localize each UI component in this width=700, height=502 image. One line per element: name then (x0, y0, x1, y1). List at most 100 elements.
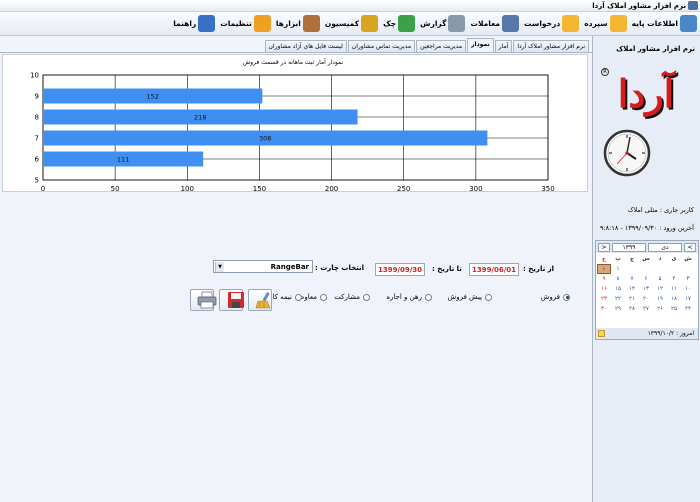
tab-5[interactable]: لیست فایل های آزاد مشاوران (264, 40, 347, 52)
chart-title: نمودار آمار ثبت ماهانه در قسمت فروش (242, 59, 344, 66)
radio-circle[interactable] (425, 293, 432, 301)
bar-data-label: 152 (146, 93, 158, 101)
tab-2[interactable]: نمودار (467, 38, 494, 52)
toolbar-item-3[interactable]: معاملات (470, 15, 520, 32)
toolbar-item-label: درخواست (524, 19, 561, 28)
toolbar-item-0[interactable]: اطلاعات پایه (632, 15, 697, 32)
calendar-weekday: چ (630, 256, 634, 262)
radio-circle[interactable] (485, 293, 492, 301)
to-date-field[interactable]: 1399/09/30 (375, 263, 425, 276)
clear-button[interactable] (248, 289, 272, 311)
calendar-weekday: ی (671, 256, 677, 262)
calendar-day[interactable]: ۲۰ (639, 294, 653, 304)
radio-option-3[interactable]: مشارکت (334, 293, 370, 301)
calendar-day[interactable]: ۸ (611, 274, 625, 284)
y-tick-label: 7 (35, 135, 39, 143)
tools-icon (302, 15, 320, 32)
calendar-day[interactable]: ۳۰ (597, 304, 611, 314)
toolbar-item-8[interactable]: تنظیمات (220, 15, 271, 32)
base-info-icon (680, 15, 697, 32)
tab-1[interactable]: آمار (494, 40, 513, 52)
calendar-month-field[interactable]: دی (648, 242, 682, 252)
toolbar-item-4[interactable]: گزارش (420, 15, 466, 32)
persian-calendar: > ۱۳۹۹ دی < ش ی د س چ پ ج ۱ ۲ ۳ ۴ ۵ ۶ ۷ ۸ ۹ ۱۰ ۱۱ ۱۲ ۱۳ ۱۴ ۱۵… (595, 240, 699, 340)
calendar-today[interactable]: امروز : ۱۳۹۹/۱۰/۲ (596, 328, 698, 339)
calendar-day[interactable]: ۱۰ (681, 284, 695, 294)
toolbar-item-9[interactable]: راهنما (173, 15, 216, 32)
toolbar-item-1[interactable]: سپرده (584, 15, 627, 32)
calendar-weekday: ش (684, 256, 692, 262)
calendar-day[interactable]: ۱۶ (597, 284, 611, 294)
toolbar-item-label: ابزارها (275, 19, 301, 28)
radio-option-2[interactable]: رهن و اجاره (386, 293, 432, 301)
toolbar-item-label: اطلاعات پایه (631, 19, 678, 28)
calendar-day[interactable]: ۲۳ (597, 294, 611, 304)
calendar-day[interactable]: ۱۴ (625, 284, 639, 294)
calendar-day[interactable]: ۱۷ (681, 294, 695, 304)
calendar-day[interactable]: ۲۱ (625, 294, 639, 304)
calendar-day[interactable]: ۲۸ (625, 304, 639, 314)
calendar-day[interactable]: ۱۱ (667, 284, 681, 294)
toolbar-item-7[interactable]: ابزارها (276, 15, 320, 32)
calendar-next-button[interactable]: < (684, 242, 696, 252)
calendar-day[interactable]: ۱۳ (639, 284, 653, 294)
calendar-day[interactable]: ۲۷ (639, 304, 653, 314)
calendar-header: > ۱۳۹۹ دی < (596, 241, 698, 253)
radio-circle[interactable] (320, 293, 327, 301)
calendar-day (625, 314, 639, 324)
toolbar-item-label: کمیسیون (324, 19, 360, 28)
save-button[interactable] (219, 289, 244, 311)
broom-icon (255, 292, 271, 309)
toolbar-item-2[interactable]: درخواست (524, 15, 580, 32)
x-tick-label: 300 (469, 185, 482, 191)
calendar-day[interactable]: ۲ (597, 264, 611, 274)
tab-3[interactable]: مدیریت مراجعین (416, 40, 467, 52)
x-tick-label: 150 (253, 185, 266, 191)
chart-type-label: انتخاب چارت : (315, 264, 365, 272)
tab-4[interactable]: مدیریت تماس مشاوران (347, 40, 416, 52)
toolbar-item-6[interactable]: کمیسیون (324, 15, 379, 32)
app-icon (688, 1, 698, 10)
calendar-day (625, 264, 639, 274)
calendar-day[interactable]: ۷ (625, 274, 639, 284)
calendar-weekday: ج (602, 256, 606, 262)
calendar-day[interactable]: ۶ (639, 274, 653, 284)
calendar-day[interactable]: ۱۹ (653, 294, 667, 304)
print-button[interactable] (190, 289, 217, 311)
calendar-year-field[interactable]: ۱۳۹۹ (612, 242, 646, 252)
toolbar-item-label: چک (383, 19, 397, 28)
calendar-day[interactable]: ۹ (597, 274, 611, 284)
chart-type-select[interactable]: ▼ RangeBar (213, 260, 313, 273)
radio-circle[interactable] (363, 293, 370, 301)
calendar-day[interactable]: ۱ (611, 264, 625, 274)
radio-option-1[interactable]: پیش فروش (448, 293, 492, 301)
y-tick-label: 8 (35, 114, 39, 122)
calendar-day[interactable]: ۵ (653, 274, 667, 284)
y-tick-label: 9 (35, 93, 39, 101)
calendar-day[interactable]: ۲۹ (611, 304, 625, 314)
calendar-day[interactable]: ۲۶ (653, 304, 667, 314)
window-title: نرم افزار مشاور املاک آردا (592, 2, 686, 10)
toolbar-item-5[interactable]: چک (383, 15, 416, 32)
calendar-day[interactable]: ۲۴ (681, 304, 695, 314)
calendar-day[interactable]: ۱۸ (667, 294, 681, 304)
toolbar-item-label: سپرده (584, 19, 608, 28)
bar-data-label: 218 (194, 114, 206, 122)
calendar-day[interactable]: ۲۲ (611, 294, 625, 304)
chevron-down-icon[interactable]: ▼ (215, 262, 224, 272)
calendar-prev-button[interactable]: > (598, 242, 610, 252)
today-label: امروز : ۱۳۹۹/۱۰/۲ (647, 330, 694, 337)
calendar-day[interactable]: ۱۲ (653, 284, 667, 294)
radio-option-0[interactable]: فروش (541, 293, 570, 301)
radio-circle[interactable] (295, 293, 302, 301)
radio-circle[interactable] (563, 293, 570, 301)
calendar-day[interactable]: ۲۵ (667, 304, 681, 314)
calendar-day[interactable]: ۴ (667, 274, 681, 284)
tab-0[interactable]: نرم افزار مشاور املاک آردا (513, 40, 589, 52)
calendar-day[interactable]: ۱۵ (611, 284, 625, 294)
calendar-day (597, 314, 611, 324)
bar-data-label: 111 (117, 156, 129, 164)
radio-label: پیش فروش (447, 293, 482, 301)
calendar-day[interactable]: ۳ (681, 274, 695, 284)
from-date-field[interactable]: 1399/06/01 (469, 263, 519, 276)
